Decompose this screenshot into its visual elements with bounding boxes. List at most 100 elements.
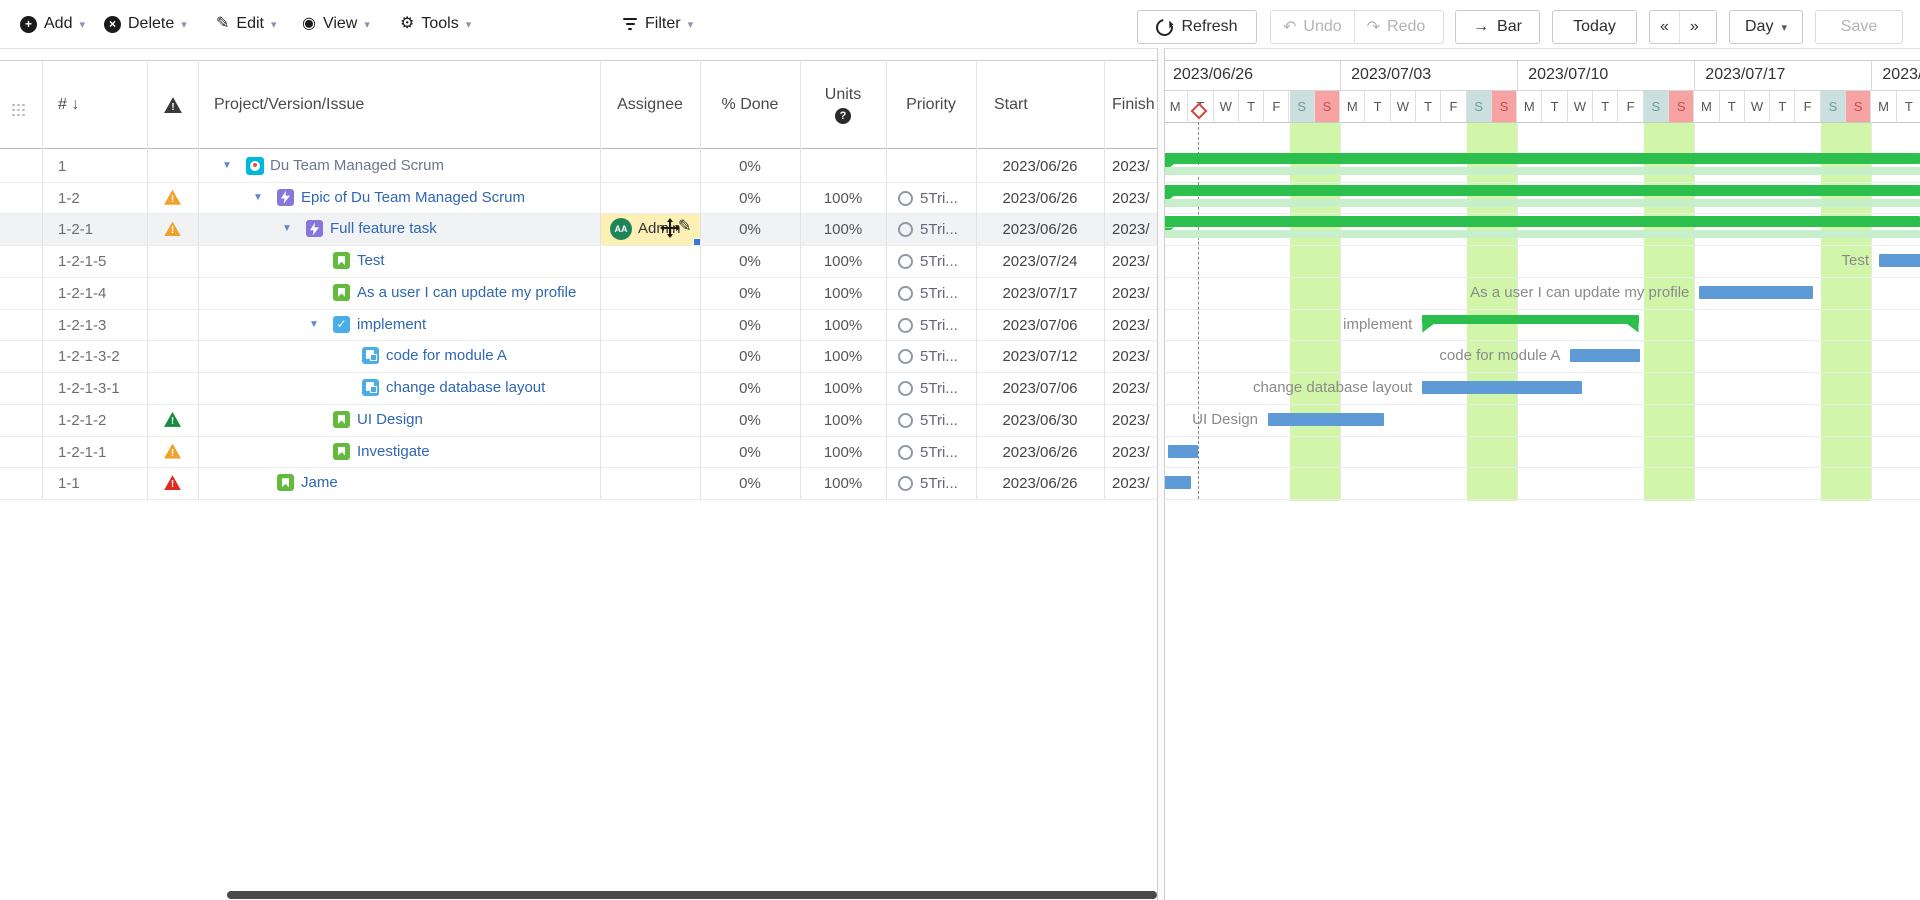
- start-cell[interactable]: 2023/07/06: [976, 317, 1104, 334]
- start-cell[interactable]: 2023/07/17: [976, 285, 1104, 302]
- units-cell[interactable]: 100%: [800, 348, 886, 365]
- done-cell[interactable]: 0%: [700, 190, 800, 207]
- units-cell[interactable]: 100%: [800, 253, 886, 270]
- column-header-assignee[interactable]: Assignee: [600, 60, 700, 150]
- task-bar[interactable]: [1422, 381, 1581, 394]
- expand-caret-icon[interactable]: ▼: [309, 319, 319, 330]
- row-number[interactable]: 1-2-1-5: [58, 253, 106, 270]
- units-cell[interactable]: 100%: [800, 285, 886, 302]
- priority-cell[interactable]: 5Tri...: [920, 444, 958, 461]
- priority-cell[interactable]: 5Tri...: [920, 285, 958, 302]
- done-cell[interactable]: 0%: [700, 253, 800, 270]
- issue-title-link[interactable]: Du Team Managed Scrum: [270, 157, 444, 174]
- units-cell[interactable]: 100%: [800, 380, 886, 397]
- expand-caret-icon[interactable]: ▼: [253, 192, 263, 203]
- row-number[interactable]: 1-2-1-3: [58, 317, 106, 334]
- issue-title-link[interactable]: Investigate: [357, 443, 430, 460]
- issue-title-link[interactable]: code for module A: [386, 347, 507, 364]
- priority-cell[interactable]: 5Tri...: [920, 221, 958, 238]
- units-cell[interactable]: 100%: [800, 412, 886, 429]
- finish-cell[interactable]: 2023/: [1112, 285, 1150, 302]
- start-cell[interactable]: 2023/06/26: [976, 158, 1104, 175]
- row-number[interactable]: 1-2-1-2: [58, 412, 106, 429]
- finish-cell[interactable]: 2023/: [1112, 253, 1150, 270]
- finish-cell[interactable]: 2023/: [1112, 380, 1150, 397]
- issue-title-link[interactable]: Epic of Du Team Managed Scrum: [301, 189, 525, 206]
- column-header-done[interactable]: % Done: [700, 60, 800, 150]
- column-header-issue[interactable]: Project/Version/Issue: [214, 60, 364, 150]
- priority-cell[interactable]: 5Tri...: [920, 380, 958, 397]
- done-cell[interactable]: 0%: [700, 475, 800, 492]
- view-button[interactable]: ◉View▾: [298, 8, 374, 40]
- start-cell[interactable]: 2023/07/24: [976, 253, 1104, 270]
- done-cell[interactable]: 0%: [700, 412, 800, 429]
- issue-title-link[interactable]: change database layout: [386, 379, 545, 396]
- help-icon[interactable]: ?: [835, 108, 851, 124]
- issue-title-link[interactable]: Full feature task: [330, 220, 437, 237]
- issue-title-link[interactable]: Test: [357, 252, 385, 269]
- row-number[interactable]: 1: [58, 158, 66, 175]
- units-cell[interactable]: 100%: [800, 221, 886, 238]
- row-number[interactable]: 1-2-1: [58, 221, 93, 238]
- start-cell[interactable]: 2023/06/26: [976, 221, 1104, 238]
- start-cell[interactable]: 2023/06/30: [976, 412, 1104, 429]
- done-cell[interactable]: 0%: [700, 285, 800, 302]
- column-header-number[interactable]: # ↓: [58, 60, 79, 150]
- finish-cell[interactable]: 2023/: [1112, 475, 1150, 492]
- start-cell[interactable]: 2023/06/26: [976, 444, 1104, 461]
- horizontal-scrollbar-thumb[interactable]: [227, 891, 1157, 899]
- finish-cell[interactable]: 2023/: [1112, 158, 1150, 175]
- delete-button[interactable]: ×Delete▾: [100, 8, 191, 40]
- issue-title-link[interactable]: Jame: [301, 474, 338, 491]
- done-cell[interactable]: 0%: [700, 380, 800, 397]
- task-bar[interactable]: [1168, 445, 1198, 458]
- task-bar[interactable]: [1164, 476, 1191, 489]
- start-cell[interactable]: 2023/07/12: [976, 348, 1104, 365]
- expand-caret-icon[interactable]: ▼: [222, 160, 232, 171]
- row-number[interactable]: 1-2-1-3-1: [58, 380, 120, 397]
- row-number[interactable]: 1-2-1-3-2: [58, 348, 120, 365]
- task-bar[interactable]: [1699, 286, 1813, 299]
- task-bar[interactable]: [1879, 254, 1920, 267]
- units-cell[interactable]: 100%: [800, 317, 886, 334]
- tools-button[interactable]: ⚙Tools▾: [396, 8, 475, 40]
- finish-cell[interactable]: 2023/: [1112, 348, 1150, 365]
- add-button[interactable]: +Add▾: [16, 8, 89, 40]
- group-bracket-bar[interactable]: [1422, 315, 1638, 324]
- issue-title-link[interactable]: As a user I can update my profile: [357, 284, 576, 301]
- priority-cell[interactable]: 5Tri...: [920, 190, 958, 207]
- start-cell[interactable]: 2023/07/06: [976, 380, 1104, 397]
- column-header-finish[interactable]: Finish: [1112, 60, 1157, 150]
- row-number[interactable]: 1-2-1-4: [58, 285, 106, 302]
- priority-cell[interactable]: 5Tri...: [920, 253, 958, 270]
- priority-cell[interactable]: 5Tri...: [920, 475, 958, 492]
- finish-cell[interactable]: 2023/: [1112, 412, 1150, 429]
- issue-title-link[interactable]: implement: [357, 316, 426, 333]
- units-cell[interactable]: 100%: [800, 190, 886, 207]
- panel-splitter[interactable]: [1157, 48, 1165, 900]
- column-header-units[interactable]: Units?: [800, 60, 886, 150]
- expand-caret-icon[interactable]: ▼: [282, 223, 292, 234]
- done-cell[interactable]: 0%: [700, 221, 800, 238]
- edit-button[interactable]: ✎Edit▾: [212, 8, 281, 40]
- done-cell[interactable]: 0%: [700, 348, 800, 365]
- finish-cell[interactable]: 2023/: [1112, 317, 1150, 334]
- row-number[interactable]: 1-2: [58, 190, 80, 207]
- finish-cell[interactable]: 2023/: [1112, 444, 1150, 461]
- finish-cell[interactable]: 2023/: [1112, 221, 1150, 238]
- start-cell[interactable]: 2023/06/26: [976, 475, 1104, 492]
- priority-cell[interactable]: 5Tri...: [920, 412, 958, 429]
- task-bar[interactable]: [1570, 349, 1640, 362]
- summary-bar[interactable]: [1163, 185, 1920, 196]
- units-cell[interactable]: 100%: [800, 444, 886, 461]
- priority-cell[interactable]: 5Tri...: [920, 317, 958, 334]
- row-number[interactable]: 1-2-1-1: [58, 444, 106, 461]
- done-cell[interactable]: 0%: [700, 317, 800, 334]
- row-number[interactable]: 1-1: [58, 475, 80, 492]
- column-header-priority[interactable]: Priority: [886, 60, 976, 150]
- summary-bar[interactable]: [1163, 216, 1920, 227]
- assignee-cell[interactable]: AAAdmin✎: [600, 213, 700, 245]
- column-header-warning[interactable]: !: [164, 60, 182, 150]
- task-bar[interactable]: [1268, 413, 1384, 426]
- start-cell[interactable]: 2023/06/26: [976, 190, 1104, 207]
